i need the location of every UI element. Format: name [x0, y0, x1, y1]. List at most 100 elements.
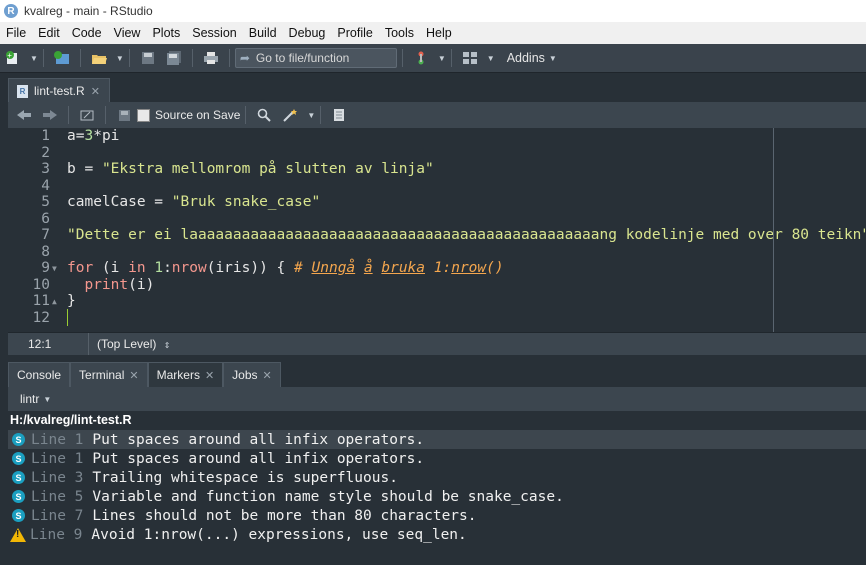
open-file-dropdown-icon[interactable]: ▼ [116, 54, 124, 63]
warning-icon [10, 527, 26, 542]
svg-text:+: + [7, 51, 12, 60]
toolbar-separator [42, 49, 44, 67]
print-icon[interactable] [201, 49, 221, 67]
spell-flag: nrow [451, 260, 487, 276]
new-file-dropdown-icon[interactable]: ▼ [30, 54, 38, 63]
scope-label: (Top Level) [97, 337, 157, 351]
tab-jobs[interactable]: Jobs ✕ [223, 362, 281, 387]
fold-arrow-icon[interactable]: ▼ [52, 264, 57, 273]
menu-profile[interactable]: Profile [331, 26, 378, 40]
code-token: camelCase [67, 194, 146, 210]
open-file-icon[interactable] [89, 49, 109, 67]
close-tab-icon[interactable]: ✕ [263, 369, 272, 382]
menu-edit[interactable]: Edit [32, 26, 66, 40]
code-token: "Dette er ei laaaaaaaaaaaaaaaaaaaaaaaaaa… [67, 227, 866, 243]
tab-markers[interactable]: Markers ✕ [147, 362, 224, 387]
toolbar-separator [228, 49, 230, 67]
menu-file[interactable]: File [0, 26, 32, 40]
scope-selector[interactable]: (Top Level) ⇕ [89, 337, 170, 351]
new-project-icon[interactable] [52, 49, 72, 67]
addins-dropdown-icon[interactable]: ▼ [549, 54, 557, 63]
line-number: 8 [41, 243, 50, 260]
marker-file-path[interactable]: H:/kvalreg/lint-test.R [10, 413, 132, 427]
line-number: 7 [41, 227, 50, 243]
show-in-window-icon[interactable] [77, 106, 97, 124]
fold-end-arrow-icon[interactable]: ▲ [52, 297, 57, 306]
markers-toolbar: lintr ▼ [8, 387, 866, 411]
git-dropdown-icon[interactable]: ▼ [438, 54, 446, 63]
code-token: 3 [84, 128, 94, 144]
menu-build[interactable]: Build [243, 26, 283, 40]
go-to-file-function-input[interactable]: ➦ Go to file/function [234, 48, 397, 68]
save-file-icon[interactable] [114, 106, 134, 124]
menu-help[interactable]: Help [420, 26, 458, 40]
marker-item[interactable]: S Line 1 Put spaces around all infix ope… [8, 430, 866, 449]
menu-code[interactable]: Code [66, 26, 108, 40]
toolbar-separator [320, 106, 322, 124]
spell-flag: bruka [381, 260, 426, 276]
style-marker-icon: S [12, 490, 25, 503]
code-area[interactable]: a=3*pi b = "Ekstra mellomrom på slutten … [67, 128, 866, 332]
save-all-icon[interactable] [164, 49, 184, 67]
marker-source-dropdown[interactable]: lintr [20, 392, 39, 406]
code-editor[interactable]: 1 2 3 4 5 6 7 8 9 10 11 12 ▼ ▲ a=3*pi b … [8, 128, 866, 332]
new-file-icon[interactable]: + [3, 49, 23, 67]
marker-source-dropdown-icon[interactable]: ▼ [43, 395, 51, 404]
close-tab-icon[interactable]: ✕ [129, 369, 138, 382]
line-number: 11 [32, 293, 50, 309]
editor-tab-bar: R lint-test.R ✕ [8, 78, 866, 103]
title-bar: R kvalreg - main - RStudio [0, 0, 866, 22]
code-comment: # Unngå å bruka 1:nrow() [294, 260, 504, 276]
pane-layout-dropdown-icon[interactable]: ▼ [487, 54, 495, 63]
toolbar-separator [68, 106, 69, 124]
tab-console[interactable]: Console [8, 362, 71, 387]
tab-label: Console [17, 368, 62, 382]
code-line-9: for (i in 1:nrow(iris)) { # Unngå å bruk… [67, 260, 504, 276]
tab-label: Terminal [79, 368, 125, 382]
code-token: in [119, 260, 155, 276]
toolbar-separator [79, 49, 81, 67]
code-tools-dropdown-icon[interactable]: ▼ [307, 111, 315, 120]
marker-line: Line 1 [31, 431, 84, 448]
code-token: ( [93, 260, 111, 276]
toolbar-separator [245, 106, 247, 124]
main-toolbar: + ▼ ▼ ➦ Go to file/function ▼ ▼ Addins ▼ [0, 44, 866, 73]
code-token: * [93, 128, 102, 144]
tab-lint-test-r[interactable]: R lint-test.R ✕ [8, 78, 110, 103]
code-token: () [486, 260, 504, 276]
marker-item[interactable]: S Line 1 Put spaces around all infix ope… [8, 449, 866, 468]
search-icon[interactable] [254, 106, 274, 124]
marker-item[interactable]: Line 9 Avoid 1:nrow(...) expressions, us… [8, 525, 866, 544]
text-cursor [67, 309, 68, 326]
marker-message: Trailing whitespace is superfluous. [92, 469, 398, 486]
source-on-save-checkbox[interactable] [137, 108, 150, 122]
code-token: "Ekstra mellomrom på slutten av linja" [101, 161, 434, 177]
marker-message: Put spaces around all infix operators. [92, 450, 425, 467]
code-line-10: print(i) [67, 277, 154, 293]
menu-debug[interactable]: Debug [283, 26, 332, 40]
addins-menu[interactable]: Addins [507, 51, 545, 65]
code-token: print [84, 276, 129, 293]
pane-layout-icon[interactable] [460, 49, 480, 67]
git-icon[interactable] [411, 49, 431, 67]
marker-item[interactable]: S Line 5 Variable and function name styl… [8, 487, 866, 506]
marker-message: Put spaces around all infix operators. [92, 431, 425, 448]
close-tab-icon[interactable]: ✕ [91, 85, 100, 98]
code-token: pi [101, 128, 120, 144]
menu-view[interactable]: View [108, 26, 147, 40]
compile-report-icon[interactable] [329, 106, 349, 124]
back-icon[interactable] [14, 106, 34, 124]
menu-session[interactable]: Session [186, 26, 242, 40]
save-icon[interactable] [138, 49, 158, 67]
marker-item[interactable]: S Line 3 Trailing whitespace is superflu… [8, 468, 866, 487]
menu-plots[interactable]: Plots [146, 26, 186, 40]
marker-item[interactable]: S Line 7 Lines should not be more than 8… [8, 506, 866, 525]
marker-line: Line 1 [31, 450, 84, 467]
forward-icon[interactable] [40, 106, 60, 124]
close-tab-icon[interactable]: ✕ [205, 369, 214, 382]
tab-terminal[interactable]: Terminal ✕ [70, 362, 148, 387]
code-tools-wand-icon[interactable] [280, 106, 300, 124]
menu-tools[interactable]: Tools [379, 26, 420, 40]
line-number: 4 [41, 177, 50, 194]
